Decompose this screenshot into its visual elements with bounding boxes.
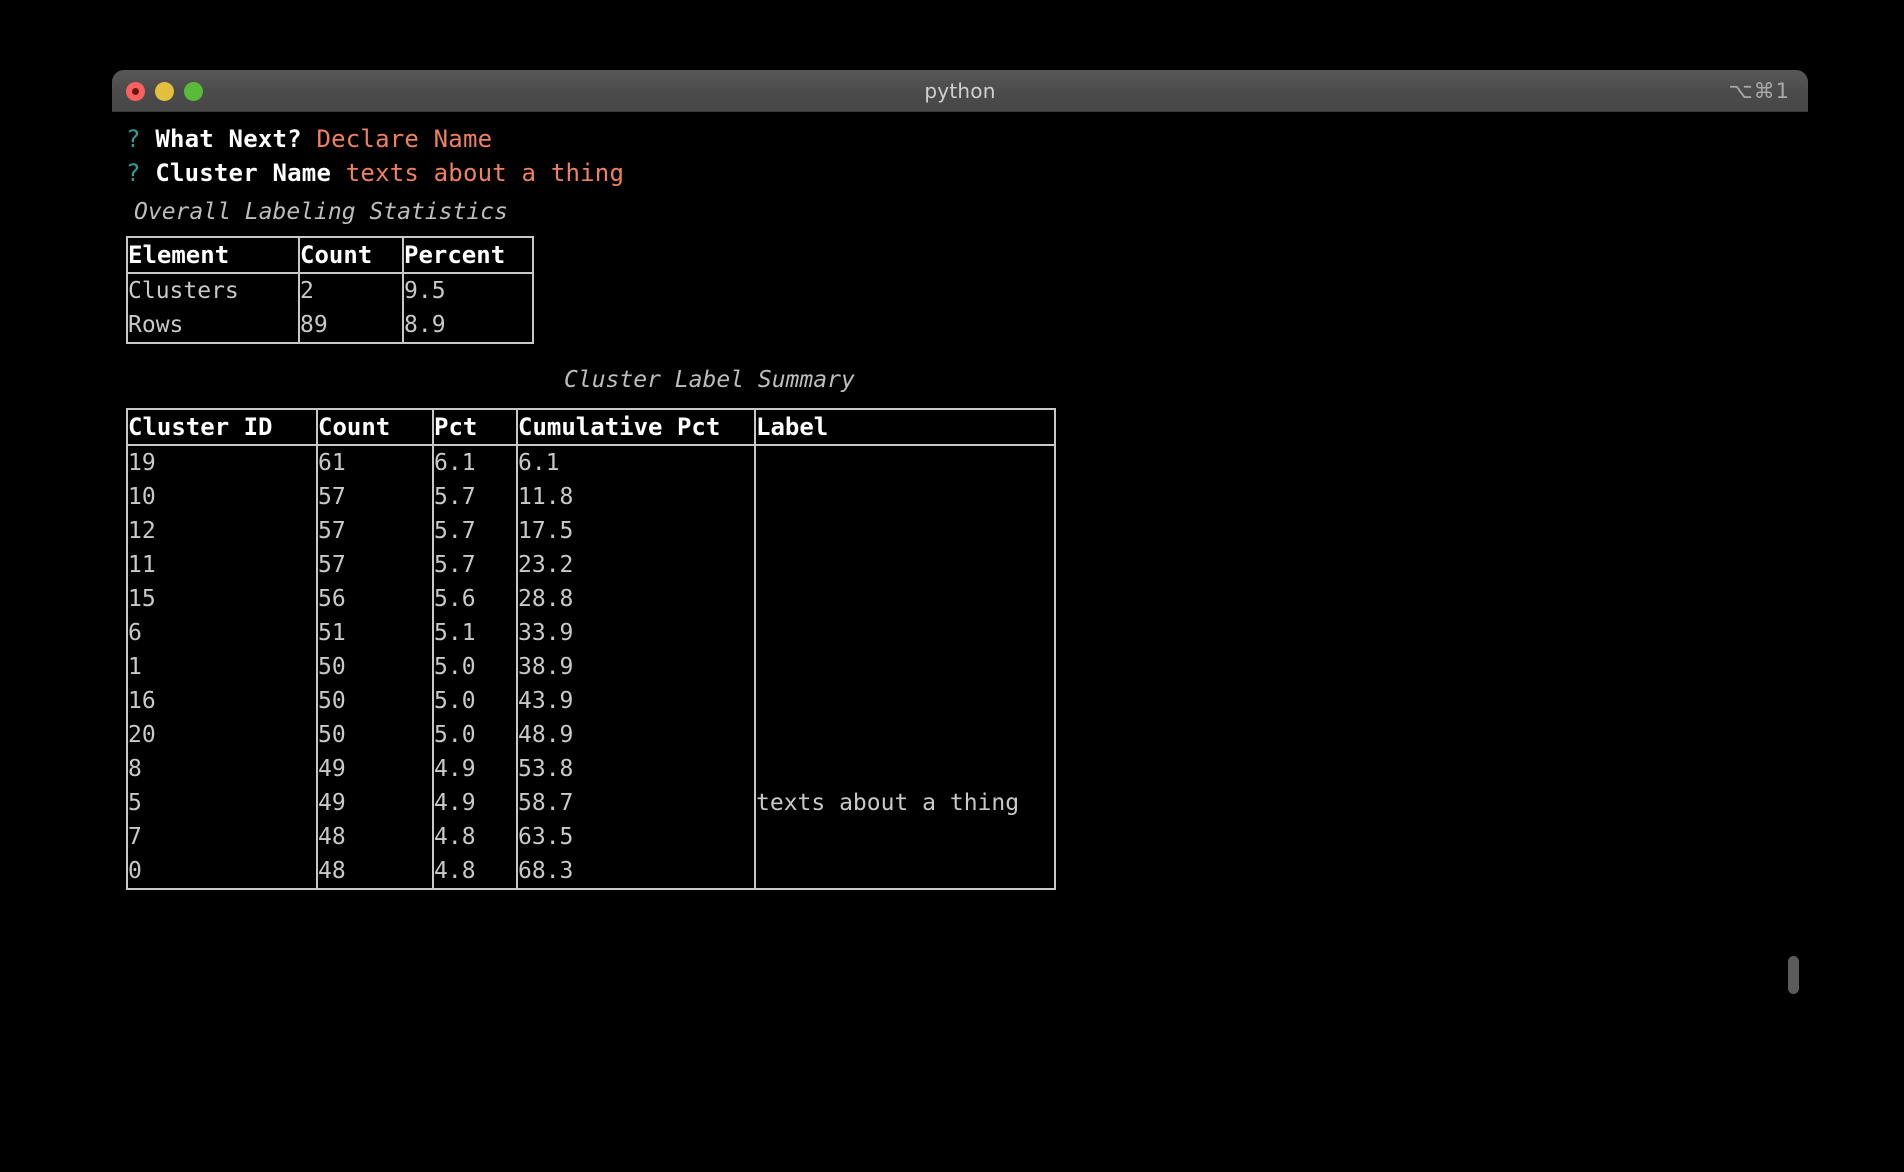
- scrollbar-thumb[interactable]: [1788, 956, 1799, 994]
- column-header-percent: Percent: [404, 241, 506, 269]
- traffic-light-buttons: [126, 70, 203, 112]
- window-shortcut-hint: ⌥⌘1: [1728, 79, 1790, 103]
- column-header-cumulative-pct: Cumulative Pct: [517, 409, 756, 445]
- cell-percent-values: 9.5 8.9: [404, 278, 446, 338]
- cell-cumulative-pct-values: 6.1 11.8 17.5 23.2 28.8 33.9 38.9 43.9 4…: [517, 445, 756, 889]
- prompt-answer-what-next: Declare Name: [316, 125, 493, 153]
- maximize-window-button[interactable]: [184, 81, 203, 101]
- column-header-cluster-id: Cluster ID: [127, 409, 318, 445]
- column-header-count: Count: [317, 409, 434, 445]
- close-icon: [132, 87, 139, 95]
- cell-pct-values: 6.1 5.7 5.7 5.7 5.6 5.1 5.0 5.0 5.0 4.9 …: [433, 445, 518, 889]
- terminal-output-area[interactable]: ? What Next? Declare Name ? Cluster Name…: [112, 112, 1808, 1022]
- overall-statistics-table: Element Count Percent Clusters Rows 2 89…: [126, 236, 534, 344]
- prompt-question-what-next: What Next?: [155, 125, 302, 153]
- table-body-row: Clusters Rows 2 89 9.5 8.9: [127, 273, 533, 343]
- prompt-question-cluster-name: Cluster Name: [155, 159, 332, 187]
- table-header-row: Element Count Percent: [127, 237, 533, 273]
- prompt-line-cluster-name: ? Cluster Name texts about a thing: [112, 156, 1808, 190]
- overall-statistics-title: Overall Labeling Statistics: [134, 199, 508, 225]
- close-window-button[interactable]: [126, 81, 145, 101]
- minimize-window-button[interactable]: [155, 81, 174, 101]
- cell-count-values: 2 89: [299, 273, 404, 343]
- terminal-window: python ⌥⌘1 ? What Next? Declare Name ? C…: [112, 70, 1808, 1022]
- window-title: python: [924, 78, 996, 103]
- cluster-label-summary-table-container: Cluster ID Count Pct Cumulative Pct Labe…: [126, 408, 1808, 890]
- column-header-pct: Pct: [433, 409, 518, 445]
- cluster-label-summary-title: Cluster Label Summary: [564, 367, 855, 393]
- prompt-answer-cluster-name: texts about a thing: [345, 159, 625, 187]
- cell-label-values: texts about a thing: [756, 790, 1020, 816]
- prompt-line-what-next: ? What Next? Declare Name: [112, 122, 1808, 156]
- window-titlebar[interactable]: python ⌥⌘1: [112, 70, 1808, 112]
- column-header-element: Element: [127, 237, 300, 273]
- table-header-row: Cluster ID Count Pct Cumulative Pct Labe…: [127, 409, 1055, 445]
- vertical-scrollbar[interactable]: [1786, 112, 1802, 1022]
- overall-statistics-table-container: Element Count Percent Clusters Rows 2 89…: [126, 236, 1808, 344]
- cell-count-values: 61 57 57 57 56 51 50 50 50 49 49 48 48: [317, 445, 434, 889]
- prompt-marker-icon: ?: [126, 159, 141, 187]
- cell-element-values: Clusters Rows: [127, 273, 300, 343]
- cluster-label-summary-table: Cluster ID Count Pct Cumulative Pct Labe…: [126, 408, 1056, 890]
- prompt-marker-icon: ?: [126, 125, 141, 153]
- column-header-count: Count: [299, 237, 404, 273]
- column-header-label: Label: [756, 413, 829, 441]
- table-body-row: 19 10 12 11 15 6 1 16 20 8 5 7 0 61 57 5…: [127, 445, 1055, 889]
- cell-cluster-id-values: 19 10 12 11 15 6 1 16 20 8 5 7 0: [127, 445, 318, 889]
